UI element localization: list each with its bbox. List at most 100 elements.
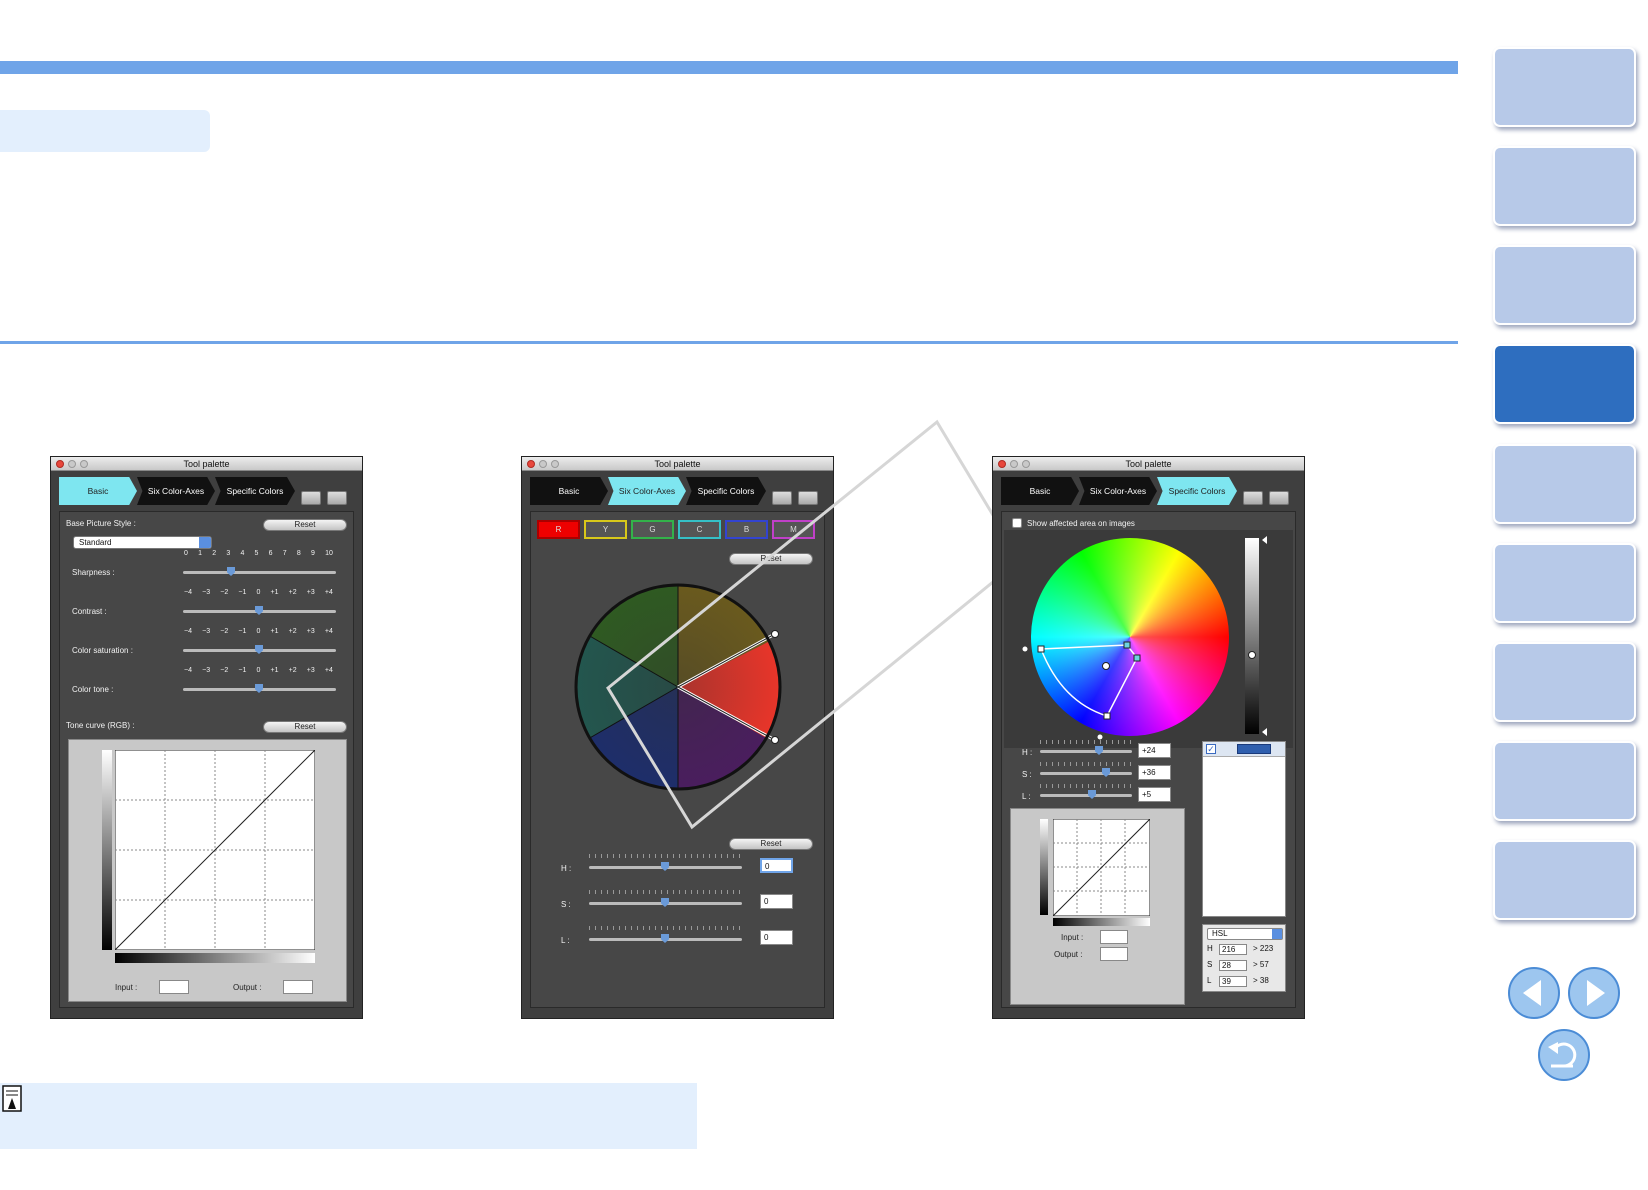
hsl-readout: HSL H 216 > 223 S 28 > 57 L 39 > 38	[1202, 924, 1286, 992]
tab-specific-colors[interactable]: Specific Colors	[1157, 477, 1237, 505]
nav-button[interactable]	[1493, 840, 1636, 920]
tick-label: −3	[202, 589, 211, 596]
load-icon[interactable]	[772, 491, 792, 505]
output-field[interactable]	[1100, 947, 1128, 961]
tone-curve-graph[interactable]	[115, 750, 315, 950]
saturation-ticks: −4 −3 −2 −1 0 +1 +2 +3 +4	[184, 628, 333, 635]
color-axis-button[interactable]: Y	[584, 520, 627, 539]
l-slider[interactable]	[589, 934, 742, 943]
zoom-icon[interactable]	[80, 460, 88, 468]
load-icon[interactable]	[301, 491, 321, 505]
contrast-label: Contrast :	[72, 607, 107, 616]
prev-arrow-icon[interactable]	[1507, 966, 1561, 1020]
save-icon[interactable]	[327, 491, 347, 505]
tick-label: +3	[306, 589, 315, 596]
tab-basic[interactable]: Basic	[59, 477, 137, 505]
slider-thumb[interactable]	[1088, 790, 1096, 799]
tick-label: +4	[324, 589, 333, 596]
color-axis-button[interactable]: R	[537, 520, 580, 539]
tick-label: +3	[306, 667, 315, 674]
save-icon[interactable]	[798, 491, 818, 505]
nav-button-active[interactable]	[1493, 344, 1636, 424]
s-value-field[interactable]: 0	[760, 894, 793, 909]
slider-thumb[interactable]	[661, 934, 669, 943]
check-icon[interactable]: ✓	[1206, 744, 1216, 754]
saturation-slider[interactable]	[183, 645, 336, 654]
tone-slider[interactable]	[183, 684, 336, 693]
tab-basic[interactable]: Basic	[530, 477, 608, 505]
save-icon[interactable]	[1269, 491, 1289, 505]
color-axis-button[interactable]: G	[631, 520, 674, 539]
tick-label: +2	[288, 589, 297, 596]
minimize-icon[interactable]	[1010, 460, 1018, 468]
zoom-icon[interactable]	[551, 460, 559, 468]
nav-button[interactable]	[1493, 47, 1636, 127]
show-affected-label: Show affected area on images	[1027, 519, 1135, 528]
tab-specific-colors[interactable]: Specific Colors	[686, 477, 766, 505]
input-field[interactable]	[1100, 930, 1128, 944]
slider-thumb[interactable]	[661, 898, 669, 907]
close-icon[interactable]	[527, 460, 535, 468]
slider-thumb[interactable]	[1095, 746, 1103, 755]
tab-six-color-axes[interactable]: Six Color-Axes	[1079, 477, 1157, 505]
nav-button[interactable]	[1493, 741, 1636, 821]
h-value-field[interactable]: 0	[760, 858, 793, 873]
output-field[interactable]	[283, 980, 313, 994]
show-affected-checkbox[interactable]	[1012, 518, 1022, 528]
close-icon[interactable]	[56, 460, 64, 468]
mode-select[interactable]: HSL	[1207, 928, 1283, 940]
slider-thumb[interactable]	[255, 645, 263, 654]
load-icon[interactable]	[1243, 491, 1263, 505]
hsl-reset-button[interactable]: Reset	[729, 838, 813, 850]
hue-wheel[interactable]	[573, 582, 783, 792]
close-icon[interactable]	[998, 460, 1006, 468]
color-list[interactable]: ✓	[1202, 741, 1286, 917]
l-slider[interactable]	[1040, 790, 1132, 799]
sharpness-slider[interactable]	[183, 567, 336, 576]
minimize-icon[interactable]	[68, 460, 76, 468]
tool-palette-basic: Tool palette Basic Six Color-Axes Specif…	[50, 456, 363, 1019]
s-value-field[interactable]: +36	[1138, 765, 1171, 780]
color-axis-button[interactable]: B	[725, 520, 768, 539]
h-slider[interactable]	[589, 862, 742, 871]
nav-button[interactable]	[1493, 642, 1636, 722]
input-field[interactable]	[159, 980, 189, 994]
zoom-icon[interactable]	[1022, 460, 1030, 468]
nav-button[interactable]	[1493, 146, 1636, 226]
list-item[interactable]: ✓	[1203, 742, 1285, 757]
h-slider[interactable]	[1040, 746, 1132, 755]
tab-specific-colors[interactable]: Specific Colors	[215, 477, 295, 505]
slider-thumb[interactable]	[255, 606, 263, 615]
return-icon[interactable]	[1537, 1028, 1591, 1082]
reset-button[interactable]: Reset	[263, 519, 347, 531]
color-axis-button[interactable]: M	[772, 520, 815, 539]
tab-six-color-axes[interactable]: Six Color-Axes	[608, 477, 686, 505]
l-value-field[interactable]: +5	[1138, 787, 1171, 802]
selection-overlay[interactable]	[1022, 532, 1242, 746]
tick-label: 5	[254, 550, 259, 557]
tone-curve-graph[interactable]	[1053, 819, 1150, 916]
slider-thumb[interactable]	[1102, 768, 1110, 777]
tab-six-color-axes[interactable]: Six Color-Axes	[137, 477, 215, 505]
lightness-handles[interactable]	[1240, 534, 1270, 740]
l-value-field[interactable]: 0	[760, 930, 793, 945]
nav-button[interactable]	[1493, 444, 1636, 524]
contrast-slider[interactable]	[183, 606, 336, 615]
nav-button[interactable]	[1493, 543, 1636, 623]
tone-curve-reset-button[interactable]: Reset	[263, 721, 347, 733]
reset-button[interactable]: Reset	[729, 553, 813, 565]
minimize-icon[interactable]	[539, 460, 547, 468]
specific-colors-panel: Show affected area on images H : +24 S:…	[1001, 511, 1296, 1008]
s-slider[interactable]	[1040, 768, 1132, 777]
h-value-field[interactable]: +24	[1138, 743, 1171, 758]
tab-basic[interactable]: Basic	[1001, 477, 1079, 505]
color-axis-button[interactable]: C	[678, 520, 721, 539]
slider-thumb[interactable]	[661, 862, 669, 871]
next-arrow-icon[interactable]	[1567, 966, 1621, 1020]
picture-style-select[interactable]: Standard	[73, 536, 212, 549]
base-picture-style-label: Base Picture Style :	[66, 519, 136, 528]
nav-button[interactable]	[1493, 245, 1636, 325]
slider-thumb[interactable]	[227, 567, 235, 576]
s-slider[interactable]	[589, 898, 742, 907]
slider-thumb[interactable]	[255, 684, 263, 693]
